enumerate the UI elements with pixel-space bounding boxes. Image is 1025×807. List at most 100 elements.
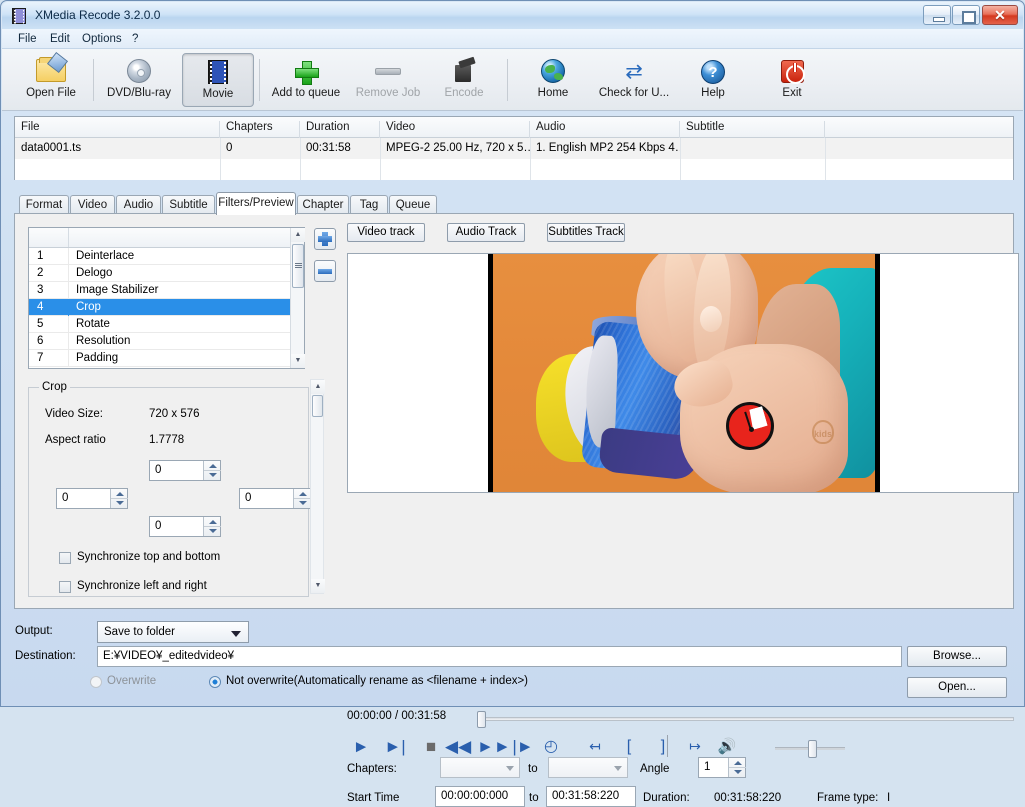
file-list-header: File Chapters Duration Video Audio Subti… — [15, 117, 1013, 138]
crop-left-stepper[interactable]: 0 — [56, 488, 128, 509]
mark-out-icon[interactable]: ] — [651, 736, 675, 758]
crop-top-stepper[interactable]: 0 — [149, 460, 221, 481]
volume-slider[interactable] — [775, 740, 845, 758]
jump-out-icon[interactable]: ↦ — [683, 736, 707, 758]
start-time-input[interactable]: 00:00:00:000 — [435, 786, 525, 807]
list-item[interactable]: 3 Image Stabilizer — [29, 282, 291, 299]
cell-file: data0001.ts — [21, 142, 82, 154]
column-video[interactable]: Video — [380, 121, 530, 138]
crop-settings: Crop Video Size: 720 x 576 Aspect ratio … — [28, 379, 325, 597]
menu-help[interactable]: ? — [128, 32, 142, 46]
crop-panel-scrollbar[interactable]: ▲ ▼ — [310, 379, 325, 594]
angle-label: Angle — [640, 763, 670, 775]
pillarbox-right — [875, 254, 880, 492]
home-button[interactable]: Home — [520, 53, 586, 107]
column-audio[interactable]: Audio — [530, 121, 680, 138]
help-label: Help — [701, 87, 725, 99]
dvd-bluray-button[interactable]: DVD/Blu-ray — [97, 53, 181, 107]
movie-button[interactable]: Movie — [182, 53, 254, 107]
browse-button[interactable]: Browse... — [907, 646, 1007, 667]
column-extra[interactable] — [825, 121, 1013, 138]
column-chapters[interactable]: Chapters — [220, 121, 300, 138]
exit-button[interactable]: Exit — [762, 53, 822, 107]
tab-audio[interactable]: Audio — [116, 195, 161, 214]
frame-step-icon[interactable]: |► — [511, 736, 535, 758]
jump-in-icon[interactable]: ↤ — [583, 736, 607, 758]
filter-list[interactable]: 1 Deinterlace 2 Delogo 3 Image Stabilizer 4… — [28, 227, 305, 369]
subtitles-track-button[interactable]: Subtitles Track — [547, 223, 625, 242]
open-button[interactable]: Open... — [907, 677, 1007, 698]
stepper-arrows[interactable] — [203, 461, 221, 480]
list-item[interactable]: 2 Delogo — [29, 265, 291, 282]
list-item[interactable]: 7 Padding — [29, 350, 291, 367]
seek-slider[interactable] — [477, 711, 1014, 728]
next-frame-icon[interactable]: ►| — [383, 736, 407, 758]
tab-chapter[interactable]: Chapter — [297, 195, 349, 214]
check-for-updates-button[interactable]: ⇄ Check for U... — [586, 53, 682, 107]
maximize-button[interactable] — [952, 5, 980, 25]
clock-icon[interactable]: ◴ — [539, 736, 563, 758]
scroll-up-icon[interactable]: ▲ — [291, 228, 305, 242]
help-button[interactable]: ? Help — [684, 53, 742, 107]
pillarbox-left — [488, 254, 493, 492]
add-to-queue-button[interactable]: Add to queue — [262, 53, 350, 107]
list-item-selected[interactable]: 4 Crop — [29, 299, 291, 316]
stepper-arrows[interactable] — [728, 758, 746, 777]
mark-in-icon[interactable]: [ — [617, 736, 641, 758]
angle-stepper[interactable]: 1 — [698, 757, 746, 778]
video-preview-area[interactable]: kids — [347, 253, 1019, 493]
stop-icon[interactable]: ■ — [419, 736, 443, 758]
minimize-button[interactable] — [923, 5, 951, 25]
chapter-to-dropdown[interactable] — [548, 757, 628, 778]
close-button[interactable]: ✕ — [982, 5, 1018, 25]
stepper-arrows[interactable] — [293, 489, 311, 508]
menu-options[interactable]: Options — [78, 32, 126, 46]
fast-forward-icon[interactable]: ►► — [477, 736, 511, 758]
open-file-button[interactable]: Open File — [12, 53, 90, 107]
stepper-arrows[interactable] — [203, 517, 221, 536]
stepper-arrows[interactable] — [110, 489, 128, 508]
play-icon[interactable]: ► — [349, 736, 373, 758]
video-track-button[interactable]: Video track — [347, 223, 425, 242]
scroll-down-icon[interactable]: ▼ — [291, 354, 305, 368]
film-icon — [183, 56, 253, 88]
filter-number: 7 — [37, 352, 44, 364]
output-mode-dropdown[interactable]: Save to folder — [97, 621, 249, 643]
tab-subtitle[interactable]: Subtitle — [162, 195, 215, 214]
scroll-down-icon[interactable]: ▼ — [311, 579, 325, 593]
tab-filters-preview[interactable]: Filters/Preview — [216, 192, 296, 215]
table-row[interactable] — [15, 159, 1013, 180]
file-list[interactable]: File Chapters Duration Video Audio Subti… — [14, 116, 1014, 180]
scrollbar-thumb[interactable] — [312, 395, 323, 417]
column-file[interactable]: File — [15, 121, 220, 138]
chapter-from-dropdown[interactable] — [440, 757, 520, 778]
menu-file[interactable]: File — [14, 32, 41, 46]
crop-right-stepper[interactable]: 0 — [239, 488, 311, 509]
tab-tag[interactable]: Tag — [350, 195, 388, 214]
preview-panel: Video track Audio Track Subtitles Track — [331, 215, 1019, 609]
remove-job-label: Remove Job — [355, 87, 421, 99]
table-row[interactable]: data0001.ts 0 00:31:58 MPEG-2 25.00 Hz, … — [15, 138, 1013, 159]
crop-bottom-stepper[interactable]: 0 — [149, 516, 221, 537]
rewind-icon[interactable]: ◀◀ — [445, 736, 471, 758]
list-item[interactable]: 6 Resolution — [29, 333, 291, 350]
filter-number: 5 — [37, 318, 44, 330]
list-item[interactable]: 1 Deinterlace — [29, 248, 291, 265]
volume-slider-thumb[interactable] — [808, 740, 817, 758]
column-subtitle[interactable]: Subtitle — [680, 121, 825, 138]
end-time-input[interactable]: 00:31:58:220 — [546, 786, 636, 807]
audio-track-button[interactable]: Audio Track — [447, 223, 525, 242]
scrollbar-thumb[interactable] — [292, 244, 304, 288]
tab-format[interactable]: Format — [19, 195, 69, 214]
tab-queue[interactable]: Queue — [389, 195, 437, 214]
menu-edit[interactable]: Edit — [46, 32, 74, 46]
list-item[interactable]: 5 Rotate — [29, 316, 291, 333]
destination-input[interactable]: E:¥VIDEO¥_editedvideo¥ — [97, 646, 902, 667]
filter-list-scrollbar[interactable]: ▲ ▼ — [290, 228, 305, 368]
seek-slider-thumb[interactable] — [477, 711, 486, 728]
column-duration[interactable]: Duration — [300, 121, 380, 138]
tab-video[interactable]: Video — [70, 195, 115, 214]
scroll-up-icon[interactable]: ▲ — [311, 380, 325, 394]
volume-icon[interactable]: 🔊 — [715, 736, 739, 758]
grid-line — [825, 138, 826, 180]
